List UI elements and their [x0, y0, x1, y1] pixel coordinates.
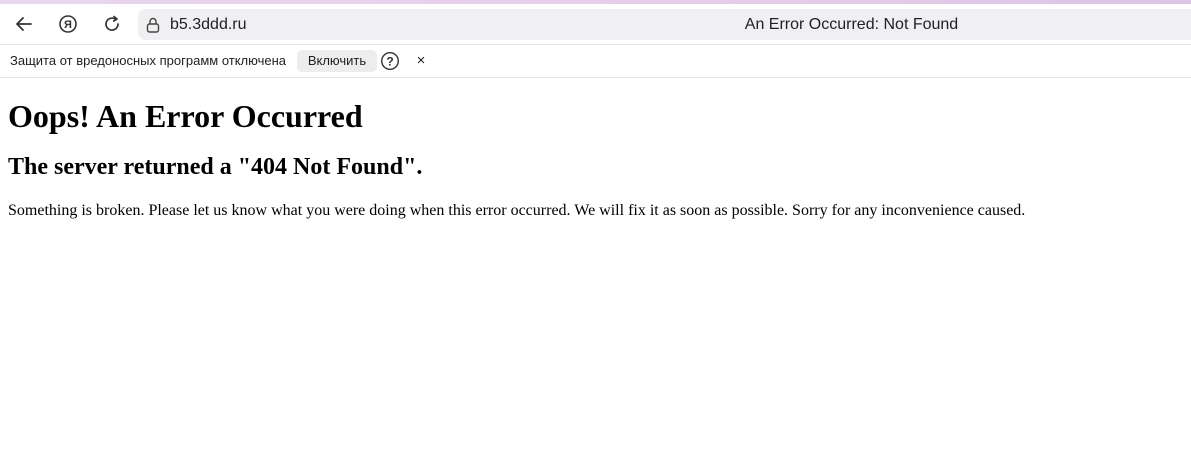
help-icon[interactable]: ? [380, 51, 400, 71]
reload-button[interactable] [98, 10, 126, 38]
address-bar[interactable]: b5.3ddd.ru An Error Occurred: Not Found [138, 9, 1191, 40]
yandex-button[interactable]: Я [54, 10, 82, 38]
error-subheading: The server returned a "404 Not Found". [8, 154, 423, 180]
page-content: Oops! An Error Occurred The server retur… [8, 78, 1183, 220]
tab-title: An Error Occurred: Not Found [744, 16, 959, 33]
url-text[interactable]: b5.3ddd.ru [170, 9, 247, 40]
arrow-left-icon [16, 17, 32, 31]
error-message: Something is broken. Please let us know … [8, 202, 1026, 219]
enable-protection-button[interactable]: Включить [297, 50, 377, 72]
reload-icon [105, 15, 119, 31]
help-label: ? [386, 54, 393, 68]
lock-icon [146, 17, 160, 33]
back-button[interactable] [10, 10, 38, 38]
browser-toolbar: Я b5.3ddd.ru An Error Occurred: Not Foun… [0, 4, 1191, 44]
error-heading: Oops! An Error Occurred [8, 98, 363, 134]
security-infobar: Защита от вредоносных программ отключена… [0, 44, 1191, 78]
yandex-logo-icon: Я [59, 15, 77, 33]
svg-text:Я: Я [64, 19, 72, 31]
close-icon[interactable]: × [412, 51, 430, 71]
infobar-message: Защита от вредоносных программ отключена [10, 53, 287, 68]
